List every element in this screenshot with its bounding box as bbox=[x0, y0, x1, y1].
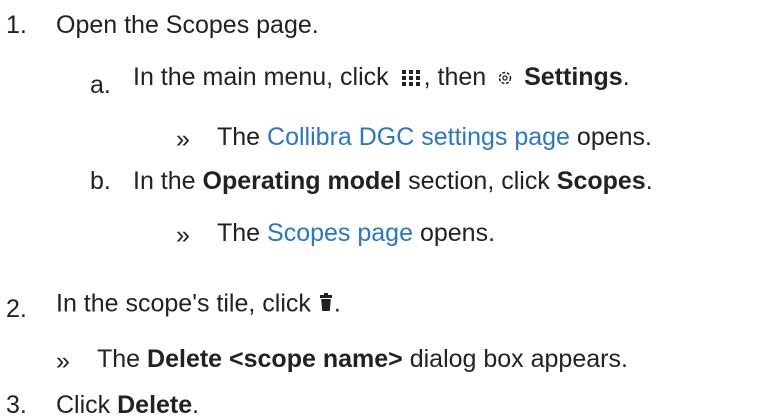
scopes-label: Scopes bbox=[556, 167, 646, 195]
substep-text: In the main menu, click , then Settings. bbox=[133, 62, 630, 93]
substep-text-pre: In the bbox=[133, 167, 196, 195]
delete-dialog-label: Delete <scope name> bbox=[147, 345, 403, 373]
substep-text-mid: section, click bbox=[408, 167, 550, 195]
substep-letter: b. bbox=[90, 167, 111, 195]
substep-text-mid: , then bbox=[423, 63, 487, 91]
gear-icon bbox=[497, 63, 513, 93]
result-text: The Delete <scope name> dialog box appea… bbox=[97, 344, 628, 374]
result-text-pre: The bbox=[217, 123, 261, 151]
result-marker: » bbox=[176, 221, 190, 249]
substep-text-post: . bbox=[645, 167, 653, 195]
result-marker: » bbox=[56, 347, 70, 375]
step-text: Open the Scopes page. bbox=[56, 11, 319, 39]
result-text-pre: The bbox=[97, 345, 141, 373]
step-text-post: . bbox=[333, 289, 341, 318]
step-number: 2. bbox=[6, 295, 27, 323]
result-text-post: dialog box appears. bbox=[409, 345, 628, 373]
substep-text-post: . bbox=[622, 63, 630, 91]
step-number: 3. bbox=[6, 391, 27, 419]
step-text-pre: In the scope's tile, click bbox=[56, 289, 311, 318]
step-number: 1. bbox=[6, 11, 27, 39]
settings-label: Settings bbox=[524, 63, 623, 91]
step-text-pre: Click bbox=[56, 391, 111, 419]
substep-text-pre: In the main menu, click bbox=[133, 63, 389, 91]
operating-model-label: Operating model bbox=[202, 167, 402, 195]
substep-text: In the Operating model section, click Sc… bbox=[133, 166, 653, 196]
step-text: In the scope's tile, click . bbox=[56, 288, 341, 322]
result-text: The Scopes page opens. bbox=[217, 218, 495, 248]
delete-label: Delete bbox=[117, 391, 193, 419]
scopes-page-link[interactable]: Scopes page bbox=[267, 219, 413, 247]
result-text: The Collibra DGC settings page opens. bbox=[217, 122, 652, 152]
substep-letter: a. bbox=[90, 71, 111, 99]
step-text: Click Delete. bbox=[56, 390, 199, 420]
result-text-post: opens. bbox=[576, 123, 652, 151]
result-text-pre: The bbox=[217, 219, 261, 247]
step-text-post: . bbox=[192, 391, 200, 419]
settings-page-link[interactable]: Collibra DGC settings page bbox=[267, 123, 570, 151]
trash-icon bbox=[319, 288, 332, 318]
result-marker: » bbox=[176, 125, 190, 153]
grid-menu-icon bbox=[401, 63, 420, 93]
result-text-post: opens. bbox=[419, 219, 496, 247]
